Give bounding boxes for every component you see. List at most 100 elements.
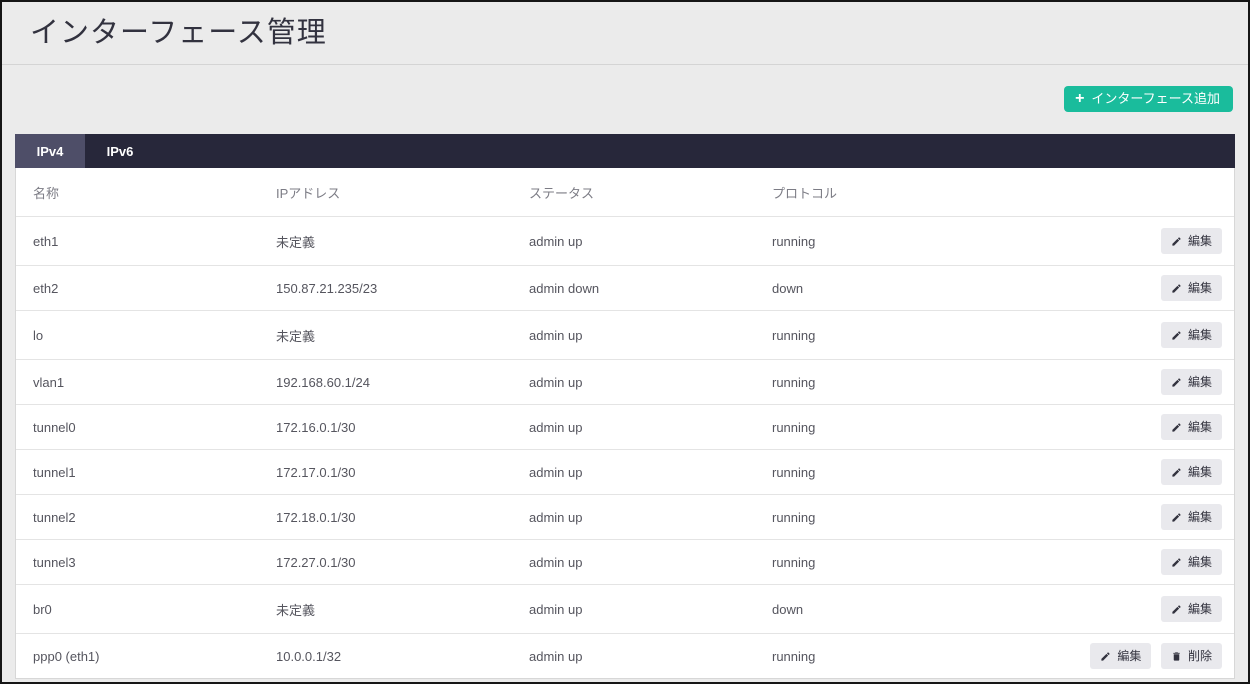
- row-actions: 編集: [1024, 217, 1234, 266]
- interface-table-body: eth1 未定義 admin up running 編集 eth2 150.87…: [16, 217, 1234, 679]
- row-actions: 編集: [1024, 266, 1234, 311]
- pencil-icon: [1171, 467, 1182, 478]
- interface-name: tunnel0: [16, 405, 266, 450]
- column-header-actions: [1024, 168, 1234, 217]
- status: admin up: [519, 311, 762, 360]
- table-row: eth1 未定義 admin up running 編集: [16, 217, 1234, 266]
- protocol: running: [762, 405, 1024, 450]
- ip-address: 172.18.0.1/30: [266, 495, 519, 540]
- page-header: インターフェース管理: [2, 2, 1248, 65]
- pencil-icon: [1171, 422, 1182, 433]
- edit-button-label: 編集: [1188, 420, 1212, 434]
- status: admin up: [519, 450, 762, 495]
- edit-button[interactable]: 編集: [1161, 322, 1222, 348]
- trash-icon: [1171, 651, 1182, 662]
- status: admin up: [519, 540, 762, 585]
- interface-name: eth1: [16, 217, 266, 266]
- row-actions: 編集: [1024, 585, 1234, 634]
- pencil-icon: [1171, 236, 1182, 247]
- column-header-protocol: プロトコル: [762, 168, 1024, 217]
- edit-button-label: 編集: [1188, 555, 1212, 569]
- ip-address: 150.87.21.235/23: [266, 266, 519, 311]
- edit-button[interactable]: 編集: [1161, 275, 1222, 301]
- column-header-status: ステータス: [519, 168, 762, 217]
- interface-table-card: IPv4 IPv6 名称 IPアドレス ステータス プロトコル eth1 未定義…: [15, 134, 1235, 679]
- edit-button-label: 編集: [1188, 234, 1212, 248]
- row-actions: 編集: [1024, 405, 1234, 450]
- interface-name: eth2: [16, 266, 266, 311]
- add-interface-button-label: インターフェース追加: [1091, 91, 1220, 106]
- interface-name: br0: [16, 585, 266, 634]
- edit-button[interactable]: 編集: [1161, 414, 1222, 440]
- protocol: running: [762, 450, 1024, 495]
- pencil-icon: [1171, 377, 1182, 388]
- ip-address: 未定義: [266, 311, 519, 360]
- table-row: eth2 150.87.21.235/23 admin down down 編集: [16, 266, 1234, 311]
- interface-name: tunnel3: [16, 540, 266, 585]
- add-interface-button[interactable]: + インターフェース追加: [1064, 86, 1233, 112]
- interface-name: lo: [16, 311, 266, 360]
- protocol: running: [762, 311, 1024, 360]
- interface-table: 名称 IPアドレス ステータス プロトコル eth1 未定義 admin up …: [16, 168, 1234, 678]
- row-actions: 編集 削除: [1024, 634, 1234, 679]
- table-row: lo 未定義 admin up running 編集: [16, 311, 1234, 360]
- ip-address: 未定義: [266, 217, 519, 266]
- edit-button[interactable]: 編集: [1161, 228, 1222, 254]
- pencil-icon: [1171, 330, 1182, 341]
- protocol: down: [762, 266, 1024, 311]
- interface-name: ppp0 (eth1): [16, 634, 266, 679]
- protocol: running: [762, 217, 1024, 266]
- edit-button-label: 編集: [1188, 510, 1212, 524]
- edit-button[interactable]: 編集: [1161, 459, 1222, 485]
- table-row: br0 未定義 admin up down 編集: [16, 585, 1234, 634]
- table-row: tunnel3 172.27.0.1/30 admin up running 編…: [16, 540, 1234, 585]
- ip-address: 10.0.0.1/32: [266, 634, 519, 679]
- interface-name: tunnel1: [16, 450, 266, 495]
- tab-ipv4[interactable]: IPv4: [15, 134, 85, 168]
- protocol: running: [762, 495, 1024, 540]
- status: admin up: [519, 405, 762, 450]
- edit-button[interactable]: 編集: [1161, 549, 1222, 575]
- tab-ipv6[interactable]: IPv6: [85, 134, 155, 168]
- page-title: インターフェース管理: [30, 15, 1220, 51]
- edit-button[interactable]: 編集: [1161, 596, 1222, 622]
- interface-management-window: インターフェース管理 + インターフェース追加 IPv4 IPv6 名称 IPア…: [0, 0, 1250, 684]
- edit-button[interactable]: 編集: [1161, 504, 1222, 530]
- ip-address: 172.17.0.1/30: [266, 450, 519, 495]
- protocol: running: [762, 634, 1024, 679]
- status: admin up: [519, 217, 762, 266]
- status: admin up: [519, 585, 762, 634]
- table-header-row: 名称 IPアドレス ステータス プロトコル: [16, 168, 1234, 217]
- table-row: tunnel0 172.16.0.1/30 admin up running 編…: [16, 405, 1234, 450]
- edit-button[interactable]: 編集: [1090, 643, 1151, 669]
- row-actions: 編集: [1024, 495, 1234, 540]
- pencil-icon: [1171, 557, 1182, 568]
- protocol: running: [762, 540, 1024, 585]
- table-row: vlan1 192.168.60.1/24 admin up running 編…: [16, 360, 1234, 405]
- status: admin up: [519, 634, 762, 679]
- column-header-name: 名称: [16, 168, 266, 217]
- column-header-ip: IPアドレス: [266, 168, 519, 217]
- pencil-icon: [1171, 604, 1182, 615]
- protocol: running: [762, 360, 1024, 405]
- ip-address: 192.168.60.1/24: [266, 360, 519, 405]
- row-actions: 編集: [1024, 360, 1234, 405]
- edit-button-label: 編集: [1188, 465, 1212, 479]
- ip-address: 172.27.0.1/30: [266, 540, 519, 585]
- table-row: tunnel1 172.17.0.1/30 admin up running 編…: [16, 450, 1234, 495]
- plus-icon: +: [1075, 92, 1084, 106]
- pencil-icon: [1100, 651, 1111, 662]
- pencil-icon: [1171, 512, 1182, 523]
- edit-button[interactable]: 編集: [1161, 369, 1222, 395]
- status: admin up: [519, 360, 762, 405]
- delete-button-label: 削除: [1188, 649, 1212, 663]
- pencil-icon: [1171, 283, 1182, 294]
- status: admin up: [519, 495, 762, 540]
- interface-name: vlan1: [16, 360, 266, 405]
- delete-button[interactable]: 削除: [1161, 643, 1222, 669]
- ip-address: 未定義: [266, 585, 519, 634]
- ip-address: 172.16.0.1/30: [266, 405, 519, 450]
- protocol: down: [762, 585, 1024, 634]
- row-actions: 編集: [1024, 450, 1234, 495]
- table-row: ppp0 (eth1) 10.0.0.1/32 admin up running…: [16, 634, 1234, 679]
